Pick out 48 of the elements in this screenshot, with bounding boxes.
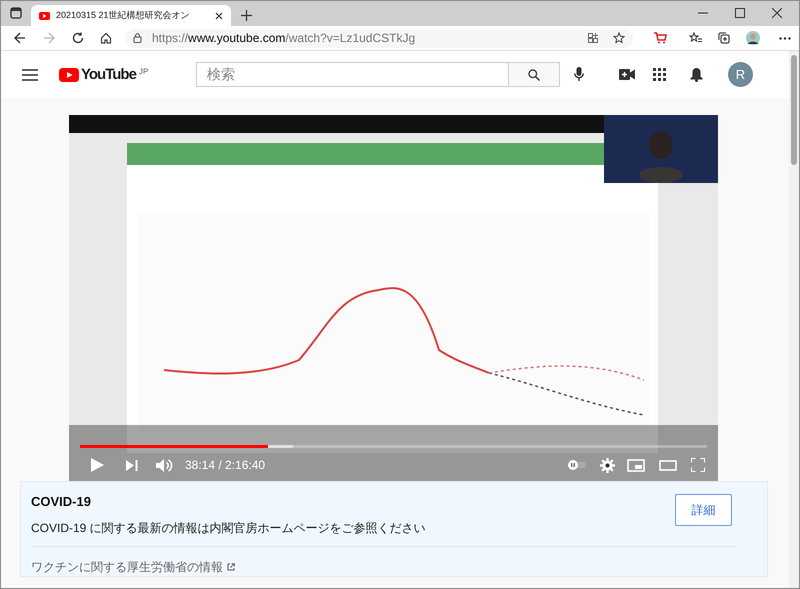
profile-photo-icon[interactable] [746,31,760,45]
theater-mode-icon[interactable] [659,460,677,470]
microphone-icon[interactable] [574,67,584,82]
reload-icon[interactable] [72,32,84,44]
address-field[interactable]: https://www.youtube.com/watch?v=Lz1udCSTkJg [125,28,633,48]
autoplay-toggle-icon[interactable] [568,460,586,470]
fullscreen-icon[interactable] [691,458,705,472]
video-logo-icon [39,12,50,20]
home-icon[interactable] [100,32,112,44]
close-icon[interactable] [215,12,223,20]
youtube-wordmark: YouTube [81,66,136,84]
cart-icon[interactable] [654,32,667,44]
favorites-icon[interactable] [689,32,702,44]
external-link-icon [227,562,235,570]
close-icon[interactable] [772,8,782,18]
panel-message: COVID-19 に関する最新の情報は内閣官房ホームページをご参照ください [31,520,427,536]
region-label: JP [138,66,148,78]
settings-icon[interactable] [600,458,615,472]
app-icon[interactable] [588,32,599,44]
lock-icon [133,33,142,43]
apps-grid-icon[interactable] [653,68,666,81]
account-avatar[interactable]: R [728,62,753,87]
search-button[interactable] [509,62,560,87]
miniplayer-icon[interactable] [627,458,645,472]
panel-title: COVID-19 [31,493,92,511]
collections-icon[interactable] [718,32,730,44]
back-icon[interactable] [14,32,26,44]
maximize-icon[interactable] [735,8,745,18]
youtube-logo-icon[interactable] [59,68,79,82]
new-tab-icon[interactable] [241,10,252,21]
menu-icon[interactable] [22,68,38,80]
browser-tab[interactable]: 20210315 21世紀構想研究会オン [31,5,231,26]
search-field[interactable]: 検索 [196,62,509,87]
tab-title: 20210315 21世紀構想研究会オン [56,8,190,22]
more-icon[interactable] [779,36,791,40]
search-icon [528,68,540,80]
notifications-icon[interactable] [690,67,703,82]
url-text: https://www.youtube.com/watch?v=Lz1udCSTkJg [152,30,416,47]
vaccine-info-link[interactable]: ワクチンに関する厚生労働省の情報 [31,558,223,576]
favorite-icon[interactable] [613,32,625,44]
time-display: 38:14 / 2:16:40 [185,457,266,474]
volume-icon[interactable] [156,458,173,472]
next-icon[interactable] [126,460,138,470]
tab-actions-icon[interactable] [10,7,22,19]
scrollbar[interactable] [789,51,799,588]
play-icon[interactable] [91,458,104,472]
video-camera-icon[interactable] [619,69,635,80]
details-button[interactable]: 詳細 [675,494,732,526]
